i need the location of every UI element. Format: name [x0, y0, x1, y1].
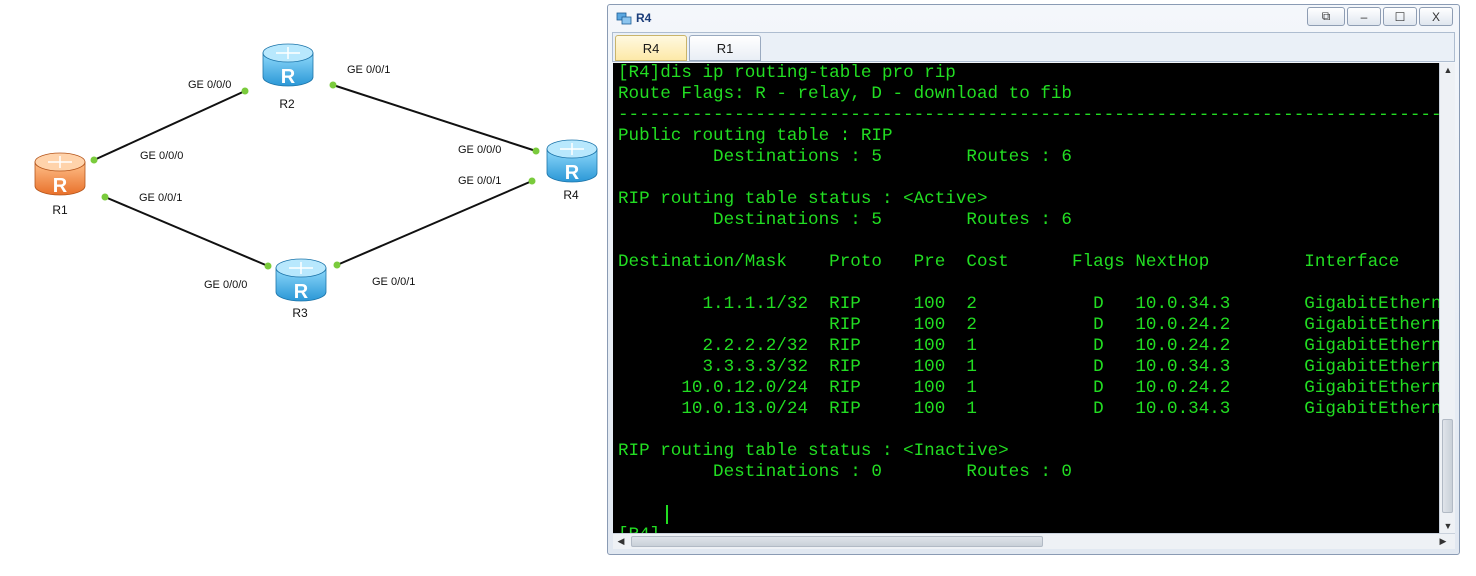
- terminal-line: 10.0.12.0/24 RIP 100 1 D 10.0.24.2 Gigab…: [618, 378, 1439, 398]
- window-title: R4: [636, 11, 652, 25]
- terminal-window-icon: [616, 12, 632, 25]
- router-r4[interactable]: R: [546, 139, 598, 184]
- maximize-icon: ☐: [1394, 9, 1406, 24]
- terminal-line: [R4]dis ip routing-table pro rip: [618, 63, 956, 83]
- terminal-line: [R4]: [618, 525, 660, 533]
- router-r1[interactable]: R: [34, 152, 86, 197]
- link-r2-r4[interactable]: [332, 84, 537, 152]
- port-label-r1-ge000: GE 0/0/0: [140, 150, 183, 162]
- terminal-line: Public routing table : RIP: [618, 126, 893, 146]
- link-r3-r4[interactable]: [336, 180, 533, 266]
- terminal-line: Destinations : 5 Routes : 6: [618, 210, 1072, 230]
- router-glyph: R: [53, 175, 68, 197]
- node-label-r3: R3: [292, 306, 308, 320]
- router-glyph: R: [294, 281, 309, 303]
- port-dot: [532, 147, 540, 155]
- port-dot: [241, 87, 249, 95]
- window-controls: ⧉ – ☐ X: [1307, 7, 1453, 26]
- router-glyph: R: [565, 162, 580, 184]
- network-topology: GE 0/0/0 GE 0/0/0 GE 0/0/1 GE 0/0/1 GE 0…: [34, 43, 598, 320]
- port-dot: [329, 81, 337, 89]
- restore-button[interactable]: ⧉: [1307, 7, 1345, 26]
- terminal-line: Route Flags: R - relay, D - download to …: [618, 84, 1072, 104]
- router-r2[interactable]: R: [262, 43, 314, 88]
- node-label-r1: R1: [52, 203, 68, 217]
- terminal-line: 2.2.2.2/32 RIP 100 1 D 10.0.24.2 Gigabit…: [618, 336, 1439, 356]
- port-label-r4-ge000: GE 0/0/0: [458, 144, 501, 156]
- restore-icon: ⧉: [1321, 9, 1331, 23]
- port-dot: [264, 262, 272, 270]
- minimize-button[interactable]: –: [1347, 7, 1381, 26]
- terminal-line: 10.0.13.0/24 RIP 100 1 D 10.0.34.3 Gigab…: [618, 399, 1439, 419]
- scroll-right-icon[interactable]: ▶: [1435, 536, 1451, 547]
- text-cursor: [666, 505, 668, 524]
- close-button[interactable]: X: [1419, 7, 1453, 26]
- tab-label: R1: [716, 40, 734, 56]
- terminal-line: Destinations : 0 Routes : 0: [618, 462, 1072, 482]
- terminal-line: Destinations : 5 Routes : 6: [618, 147, 1072, 167]
- terminal-text: [R4]dis ip routing-table pro rip Route F…: [618, 63, 1439, 533]
- port-dot: [90, 156, 98, 164]
- port-label-r2-ge001: GE 0/0/1: [347, 64, 390, 76]
- terminal-output[interactable]: [R4]dis ip routing-table pro rip Route F…: [613, 63, 1439, 533]
- tab-strip: R4 R1: [612, 32, 1455, 62]
- close-icon: X: [1431, 9, 1440, 24]
- port-dot: [333, 261, 341, 269]
- port-label-r2-ge000: GE 0/0/0: [188, 79, 231, 91]
- terminal-line: RIP 100 2 D 10.0.24.2 GigabitEthernet: [618, 315, 1439, 335]
- port-dot: [528, 177, 536, 185]
- minimize-icon: –: [1360, 9, 1368, 24]
- terminal-line: RIP routing table status : <Active>: [618, 189, 988, 209]
- horizontal-scroll-thumb[interactable]: [631, 536, 1043, 547]
- node-label-r2: R2: [279, 97, 295, 111]
- maximize-button[interactable]: ☐: [1383, 7, 1417, 26]
- port-label-r4-ge001: GE 0/0/1: [458, 175, 501, 187]
- terminal-line: 1.1.1.1/32 RIP 100 2 D 10.0.34.3 Gigabit…: [618, 294, 1439, 314]
- scroll-up-icon[interactable]: ▲: [1440, 65, 1456, 75]
- vertical-scrollbar[interactable]: ▲ ▼: [1439, 63, 1455, 533]
- port-labels: GE 0/0/0 GE 0/0/0 GE 0/0/1 GE 0/0/1 GE 0…: [139, 64, 501, 291]
- router-glyph: R: [281, 66, 296, 88]
- link-r1-r3[interactable]: [104, 196, 269, 267]
- tab-label: R4: [642, 40, 660, 56]
- horizontal-scrollbar[interactable]: ◀ ▶: [613, 533, 1455, 549]
- vertical-scroll-thumb[interactable]: [1442, 419, 1453, 513]
- router-r3[interactable]: R: [275, 258, 327, 303]
- title-bar[interactable]: R4 ⧉ – ☐ X: [608, 5, 1459, 31]
- port-label-r3-ge001: GE 0/0/1: [372, 276, 415, 288]
- console-window: R4 ⧉ – ☐ X R4 R1 [R4]dis ip routing-tabl…: [607, 4, 1460, 555]
- scroll-left-icon[interactable]: ◀: [613, 536, 629, 547]
- port-dot: [101, 193, 109, 201]
- port-label-r1-ge001: GE 0/0/1: [139, 192, 182, 204]
- terminal-line: ----------------------------------------…: [618, 105, 1439, 125]
- terminal-line: 3.3.3.3/32 RIP 100 1 D 10.0.34.3 Gigabit…: [618, 357, 1439, 377]
- tab-r4[interactable]: R4: [615, 35, 687, 61]
- scroll-down-icon[interactable]: ▼: [1440, 521, 1456, 531]
- terminal-line: RIP routing table status : <Inactive>: [618, 441, 1009, 461]
- tab-r1[interactable]: R1: [689, 35, 761, 61]
- port-label-r3-ge000: GE 0/0/0: [204, 279, 247, 291]
- node-label-r4: R4: [563, 188, 579, 202]
- terminal-line: Destination/Mask Proto Pre Cost Flags Ne…: [618, 252, 1400, 272]
